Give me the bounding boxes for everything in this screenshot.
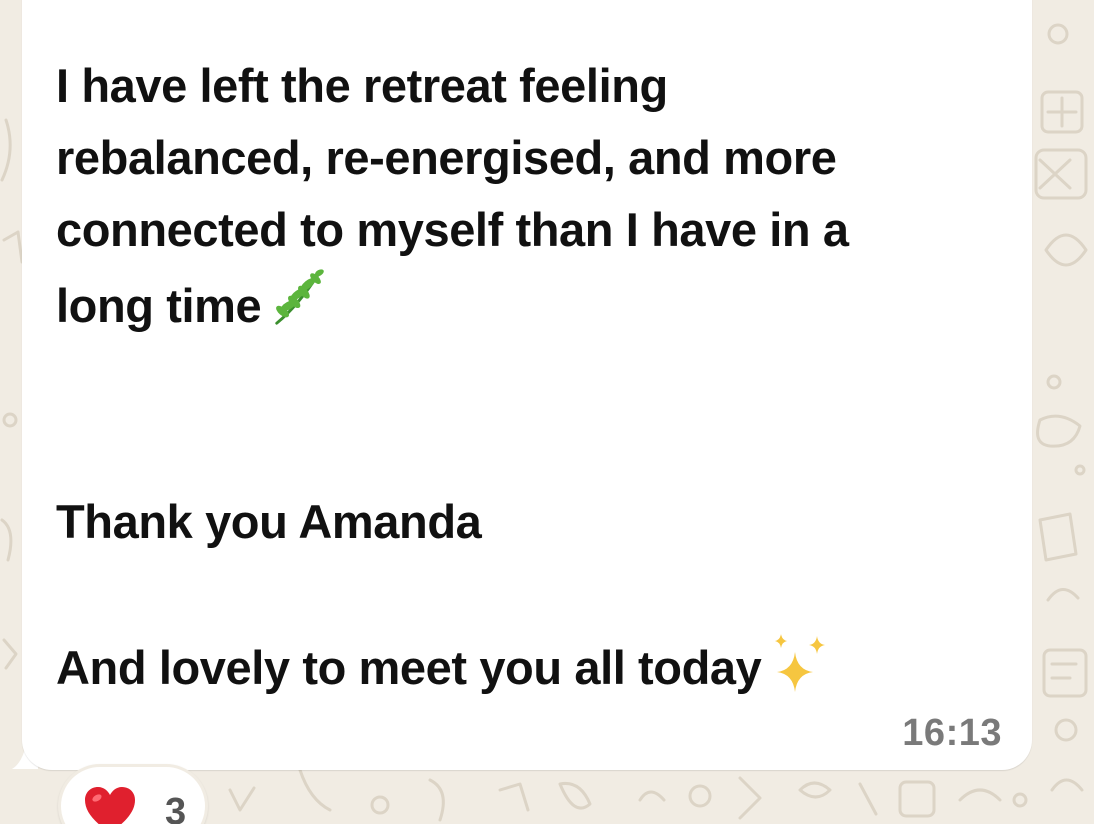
- message-bubble[interactable]: I have left the retreat feeling rebalanc…: [22, 0, 1032, 770]
- message-line: connected to myself than I have in a: [56, 203, 849, 256]
- herb-icon: [275, 269, 325, 325]
- message-line-with-emoji: And lovely to meet you all today: [56, 630, 1021, 704]
- message-spacer: [56, 342, 1021, 414]
- message-line-with-emoji: long time: [56, 266, 1021, 342]
- message-closing: And lovely to meet you all today: [56, 641, 762, 694]
- message-spacer: [56, 558, 1021, 630]
- message-thanks: Thank you Amanda: [56, 495, 482, 548]
- message-line: rebalanced, re-energised, and more: [56, 131, 837, 184]
- message-text: I have left the retreat feeling rebalanc…: [56, 50, 1021, 704]
- message-spacer: [56, 414, 1021, 486]
- chat-background: I have left the retreat feeling rebalanc…: [0, 0, 1094, 824]
- message-line: I have left the retreat feeling: [56, 59, 668, 112]
- message-timestamp: 16:13: [902, 712, 1002, 754]
- red-heart-icon: [85, 787, 135, 824]
- reaction-badge[interactable]: 3: [58, 764, 208, 824]
- message-line: long time: [56, 279, 262, 332]
- reaction-count: 3: [165, 791, 187, 824]
- sparkles-icon: [775, 634, 826, 692]
